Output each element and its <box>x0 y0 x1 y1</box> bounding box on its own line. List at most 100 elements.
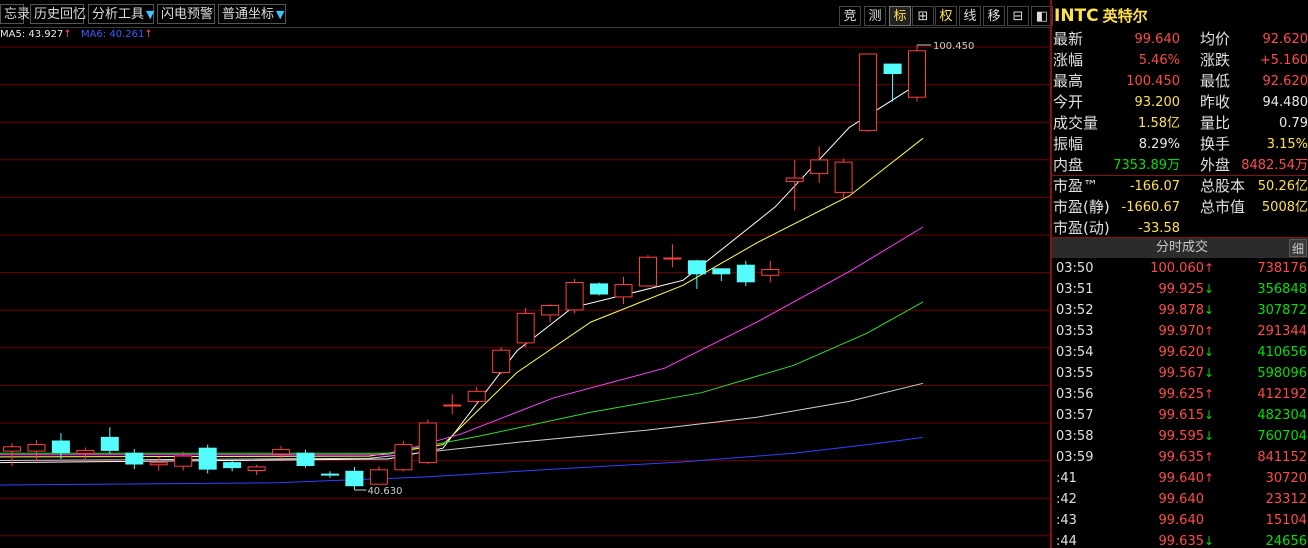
quote-row: 最高 100.450 最低 92.620 <box>1052 71 1308 92</box>
valuation-label: 市盈™ <box>1053 177 1099 195</box>
tick-time: 03:54 <box>1056 345 1094 360</box>
tick-price: 99.635 <box>1158 534 1205 548</box>
tick-time: :44 <box>1056 534 1077 548</box>
toolbar-tool-button-0[interactable]: 竞 <box>839 6 861 26</box>
tick-volume: 15104 <box>1265 513 1307 528</box>
ma-line-0 <box>0 80 924 464</box>
candle-body <box>296 452 315 467</box>
quote-value: 5.46% <box>1138 53 1180 68</box>
tick-time: 03:51 <box>1056 282 1094 297</box>
candle-body <box>687 260 706 275</box>
toolbar-tool-button-2[interactable]: 标 <box>889 6 911 26</box>
candle-body <box>394 444 413 471</box>
candle-body <box>883 63 902 74</box>
quote-label: 今开 <box>1053 93 1084 111</box>
toolbar-button-label: 闪电预警 <box>161 7 214 22</box>
quote-label: 最低 <box>1200 72 1231 90</box>
candle-body <box>761 269 780 276</box>
valuation-label: 市盈(动) <box>1053 219 1110 237</box>
low-price-label: 40.630 <box>367 486 402 497</box>
toolbar-tool-button-3[interactable]: ⊞ <box>912 6 934 26</box>
candlestick-chart[interactable]: 100.450 40.630 <box>0 28 1050 548</box>
tick-price: 99.620 <box>1158 345 1205 360</box>
tick-price: 99.625 <box>1158 387 1205 402</box>
toolbar-button-4[interactable]: 普通坐标 ▼ <box>218 4 286 24</box>
tick-row: 03:56 99.625 ↑ 412192 <box>1052 384 1308 405</box>
high-price-label: 100.450 <box>933 41 974 52</box>
valuation-value: 50.26亿 <box>1257 179 1308 194</box>
tick-volume: 760704 <box>1257 429 1307 444</box>
tick-row: 03:54 99.620 ↓ 410656 <box>1052 342 1308 363</box>
candle-body <box>639 256 657 287</box>
candle-body <box>614 284 633 298</box>
tick-list-header: 分时成交 细 <box>1052 238 1308 258</box>
candle-body <box>100 436 119 451</box>
quote-value: 100.450 <box>1126 74 1180 89</box>
tick-price: 99.970 <box>1158 324 1205 339</box>
toolbar-tool-button-4[interactable]: 权 <box>935 6 957 26</box>
valuation-value: -1660.67 <box>1121 200 1180 215</box>
quote-row: 今开 93.200 昨收 94.480 <box>1052 92 1308 113</box>
quote-value: 0.79 <box>1279 116 1308 131</box>
quote-label: 振幅 <box>1053 135 1084 153</box>
toolbar-tool-button-1[interactable]: 测 <box>864 6 886 26</box>
quote-value: +5.160 <box>1259 53 1308 68</box>
quote-value: 8482.54万 <box>1241 158 1308 173</box>
ma-line-1 <box>0 137 924 458</box>
tick-price: 99.925 <box>1158 282 1205 297</box>
toolbar-button-3[interactable]: 闪电预警 <box>157 4 215 24</box>
tick-volume: 307872 <box>1257 303 1307 318</box>
quote-label: 均价 <box>1200 30 1231 48</box>
quote-label: 换手 <box>1200 135 1231 153</box>
quote-row: 最新 99.640 均价 92.620 <box>1052 29 1308 50</box>
valuation-value: -33.58 <box>1138 221 1180 236</box>
valuation-label: 总股本 <box>1200 177 1246 195</box>
quote-label: 量比 <box>1200 114 1231 132</box>
arrow-up-icon: ↑ <box>1204 450 1215 464</box>
tick-time: 03:50 <box>1056 261 1094 276</box>
candle-body <box>908 50 926 98</box>
toolbar-tool-button-5[interactable]: 线 <box>959 6 981 26</box>
arrow-down-icon: ↓ <box>1204 303 1215 317</box>
tick-time: 03:59 <box>1056 450 1094 465</box>
arrow-up-icon: ↑ <box>1204 471 1215 485</box>
quote-row: 振幅 8.29% 换手 3.15% <box>1052 134 1308 155</box>
tick-volume: 598096 <box>1257 366 1307 381</box>
tick-volume: 482304 <box>1257 408 1307 423</box>
quote-value: 92.620 <box>1262 32 1308 47</box>
tick-row: 03:55 99.567 ↓ 598096 <box>1052 363 1308 384</box>
toolbar-button-0[interactable]: 忘录 <box>0 4 30 24</box>
tick-row: 03:57 99.615 ↓ 482304 <box>1052 405 1308 426</box>
toolbar-tool-button-7[interactable]: ⊟ <box>1007 6 1029 26</box>
tick-row: :43 99.640 15104 <box>1052 510 1308 531</box>
tick-volume: 410656 <box>1257 345 1307 360</box>
quote-value: 1.58亿 <box>1138 116 1180 131</box>
toolbar-button-2[interactable]: 分析工具 ▼ <box>88 4 154 24</box>
tick-row: 03:53 99.970 ↑ 291344 <box>1052 321 1308 342</box>
tick-time: :42 <box>1056 492 1077 507</box>
arrow-up-icon: ↑ <box>1204 261 1215 275</box>
tick-volume: 24656 <box>1265 534 1307 548</box>
tick-price: 99.878 <box>1158 303 1205 318</box>
valuation-label: 市盈(静) <box>1053 198 1110 216</box>
quote-row: 成交量 1.58亿 量比 0.79 <box>1052 113 1308 134</box>
candle-body <box>247 466 266 471</box>
candle-body <box>223 462 242 469</box>
arrow-down-icon: ↓ <box>1204 429 1215 443</box>
candle-body <box>565 282 584 311</box>
tick-row: 03:51 99.925 ↓ 356848 <box>1052 279 1308 300</box>
valuation-value: -166.07 <box>1129 179 1180 194</box>
tick-volume: 291344 <box>1257 324 1307 339</box>
chart-toolbar: 忘录 历史回忆 分析工具 ▼ 闪电预警 普通坐标 ▼ 竞测标 ⊞ 权线移 ⊟ ◧ <box>0 0 1053 28</box>
quote-value: 93.200 <box>1134 95 1181 110</box>
toolbar-button-1[interactable]: 历史回忆 <box>30 4 86 24</box>
detail-button[interactable]: 细 <box>1289 239 1307 257</box>
tick-price: 100.060 <box>1150 261 1204 276</box>
candle-body <box>321 473 339 476</box>
quote-value: 94.480 <box>1262 95 1308 110</box>
toolbar-tool-button-6[interactable]: 移 <box>983 6 1005 26</box>
tick-row: 03:52 99.878 ↓ 307872 <box>1052 300 1308 321</box>
tick-row: :44 99.635 ↓ 24656 <box>1052 531 1308 548</box>
quote-label: 最高 <box>1053 72 1084 90</box>
candle-body <box>810 159 829 175</box>
